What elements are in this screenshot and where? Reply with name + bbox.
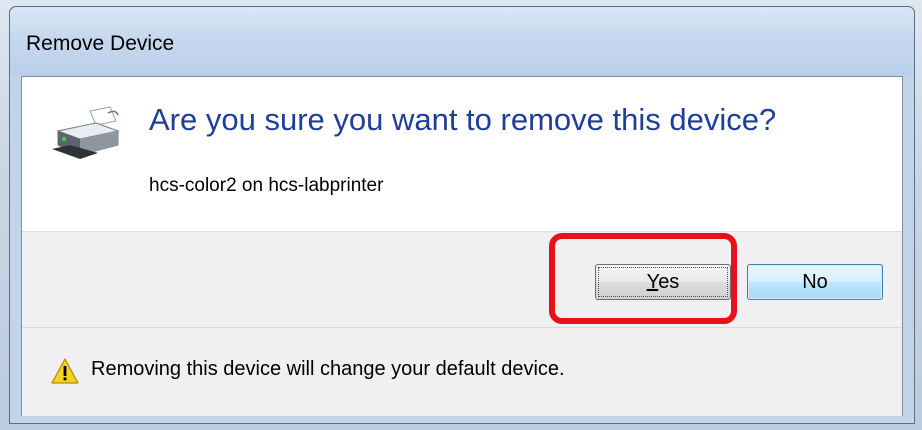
button-panel: Yes No	[22, 231, 902, 327]
yes-button[interactable]: Yes	[595, 264, 731, 300]
dialog-content: Are you sure you want to remove this dev…	[21, 76, 903, 416]
warning-message: Removing this device will change your de…	[91, 358, 565, 380]
confirmation-question: Are you sure you want to remove this dev…	[149, 102, 777, 137]
main-panel: Are you sure you want to remove this dev…	[22, 77, 902, 231]
title-bar[interactable]: Remove Device	[10, 7, 914, 76]
printer-icon	[52, 106, 120, 159]
remove-device-dialog: Remove Device Are you sure you want to r…	[9, 6, 915, 424]
dialog-title: Remove Device	[26, 32, 175, 55]
focus-rectangle	[598, 267, 728, 297]
device-name: hcs-color2 on hcs-labprinter	[149, 175, 384, 196]
no-button-label: No	[802, 270, 828, 293]
no-button[interactable]: No	[747, 264, 883, 300]
warning-footer: Removing this device will change your de…	[22, 327, 902, 416]
warning-icon	[51, 358, 79, 384]
